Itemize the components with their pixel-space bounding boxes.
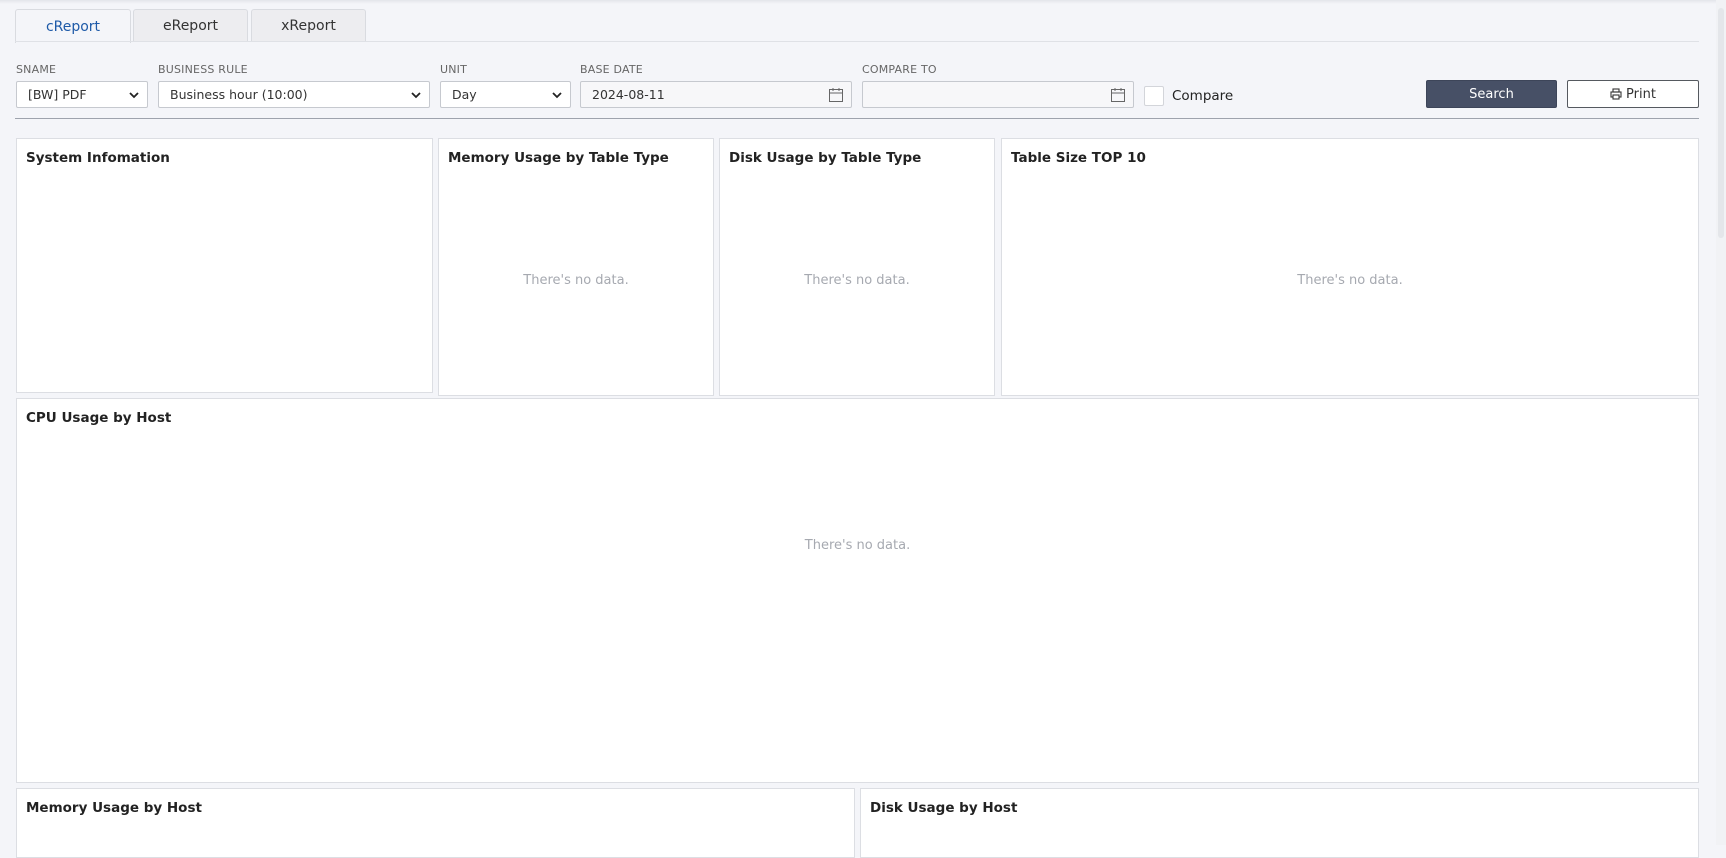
scrollbar-thumb[interactable] xyxy=(1718,8,1724,238)
base-date-input[interactable]: 2024-08-11 xyxy=(580,81,852,108)
base-date-label: BASE DATE xyxy=(580,63,643,76)
compare-checkbox[interactable] xyxy=(1144,86,1164,106)
tab-divider xyxy=(15,41,1699,42)
filter-divider xyxy=(15,118,1699,119)
tab-ereport[interactable]: eReport xyxy=(133,9,248,42)
calendar-icon[interactable] xyxy=(1110,87,1126,103)
no-data-message: There's no data. xyxy=(804,273,910,288)
panel-title: Memory Usage by Host xyxy=(26,800,202,816)
compare-to-label: COMPARE TO xyxy=(862,63,937,76)
print-button[interactable]: Print xyxy=(1567,80,1699,108)
business-rule-label: BUSINESS RULE xyxy=(158,63,248,76)
no-data-message: There's no data. xyxy=(523,273,629,288)
system-info-panel: System Infomation xyxy=(16,138,433,393)
unit-value: Day xyxy=(452,87,477,102)
search-button-label: Search xyxy=(1469,86,1514,102)
sname-value: [BW] PDF xyxy=(28,87,87,102)
business-rule-select[interactable]: Business hour (10:00) xyxy=(158,81,430,108)
calendar-icon[interactable] xyxy=(828,87,844,103)
memory-by-table-type-panel: Memory Usage by Table Type There's no da… xyxy=(438,138,714,396)
panel-title: CPU Usage by Host xyxy=(26,410,172,426)
tab-xreport[interactable]: xReport xyxy=(251,9,366,42)
disk-by-host-panel: Disk Usage by Host xyxy=(860,788,1699,858)
panel-title: Disk Usage by Host xyxy=(870,800,1018,816)
table-size-top10-panel: Table Size TOP 10 There's no data. xyxy=(1001,138,1699,396)
memory-by-host-panel: Memory Usage by Host xyxy=(16,788,855,858)
panel-title: System Infomation xyxy=(26,150,170,166)
sname-select[interactable]: [BW] PDF xyxy=(16,81,148,108)
chevron-down-icon xyxy=(129,92,139,99)
panel-title: Table Size TOP 10 xyxy=(1011,150,1146,166)
no-data-message: There's no data. xyxy=(1297,273,1403,288)
sname-label: SNAME xyxy=(16,63,57,76)
unit-label: UNIT xyxy=(440,63,468,76)
compare-to-input[interactable] xyxy=(862,81,1134,108)
panel-title: Disk Usage by Table Type xyxy=(729,150,922,166)
chevron-down-icon xyxy=(411,92,421,99)
cpu-by-host-panel: CPU Usage by Host There's no data. xyxy=(16,398,1699,783)
printer-icon xyxy=(1610,88,1622,100)
top-shadow xyxy=(0,0,1726,4)
base-date-value: 2024-08-11 xyxy=(592,87,665,102)
unit-select[interactable]: Day xyxy=(440,81,571,108)
panel-title: Memory Usage by Table Type xyxy=(448,150,669,166)
search-button[interactable]: Search xyxy=(1426,80,1557,108)
tab-creport[interactable]: cReport xyxy=(15,9,131,43)
compare-checkbox-label[interactable]: Compare xyxy=(1172,88,1233,104)
chevron-down-icon xyxy=(552,92,562,99)
print-button-label: Print xyxy=(1626,86,1656,102)
business-rule-value: Business hour (10:00) xyxy=(170,87,308,102)
no-data-message: There's no data. xyxy=(804,538,911,553)
disk-by-table-type-panel: Disk Usage by Table Type There's no data… xyxy=(719,138,995,396)
vertical-scrollbar[interactable] xyxy=(1716,0,1726,845)
